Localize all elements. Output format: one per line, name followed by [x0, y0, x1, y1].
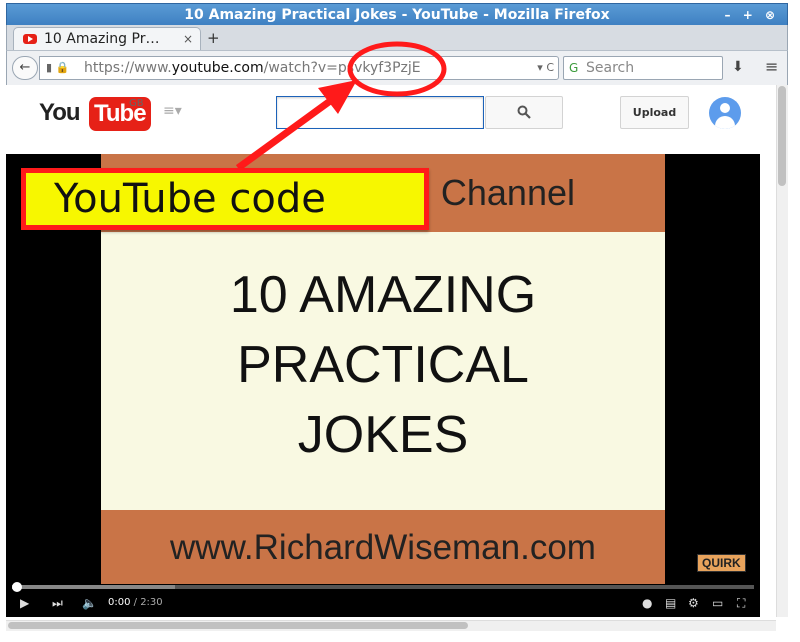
time-display: 0:00 / 2:30 [108, 589, 163, 617]
window-title: 10 Amazing Practical Jokes - YouTube - M… [184, 7, 610, 23]
new-tab-button[interactable]: + [207, 27, 220, 50]
search-placeholder: Search [586, 60, 635, 76]
url-bar[interactable]: ▮ 🔒 https://www.youtube.com/watch?v=psvk… [39, 56, 559, 80]
vertical-scroll-thumb[interactable] [778, 86, 786, 186]
captions-icon[interactable]: ▤ [665, 589, 676, 617]
video-footer-band: www.RichardWiseman.com [101, 510, 665, 584]
horizontal-scrollbar[interactable] [6, 620, 776, 631]
volume-icon[interactable]: 🔈 [82, 589, 97, 617]
browser-search-input[interactable]: G Search [563, 56, 723, 80]
watch-later-icon[interactable]: ● [642, 589, 652, 617]
back-button[interactable]: ← [12, 56, 38, 80]
video-url-text: www.RichardWiseman.com [170, 528, 596, 567]
logo-you-text: You [39, 99, 81, 126]
theater-mode-icon[interactable]: ▭ [712, 589, 723, 617]
region-label: GB [129, 98, 144, 109]
browser-tab[interactable]: 10 Amazing Pr… × [13, 27, 201, 51]
youtube-favicon-icon [23, 34, 37, 44]
site-identity-icon[interactable]: ▮ 🔒 [46, 57, 69, 79]
vertical-scrollbar[interactable] [776, 85, 788, 617]
url-path: /watch?v=psvkyf3PzjE [263, 60, 421, 76]
upload-button[interactable]: Upload [620, 96, 689, 129]
youtube-search-button[interactable] [485, 96, 563, 129]
video-header-text: Channel [440, 172, 575, 213]
search-engine-icon[interactable]: G [569, 57, 578, 79]
url-history-dropdown-icon[interactable]: ▾ C [537, 57, 554, 79]
hamburger-menu-icon[interactable]: ≡ [765, 56, 778, 78]
horizontal-scroll-thumb[interactable] [8, 622, 468, 629]
account-avatar[interactable] [709, 97, 741, 129]
tab-title: 10 Amazing Pr… [44, 31, 160, 47]
next-icon[interactable]: ⏭ [52, 589, 63, 617]
tab-close-icon[interactable]: × [183, 28, 193, 51]
annotation-callout: YouTube code [21, 168, 429, 230]
avatar-body [715, 116, 735, 129]
youtube-search-input[interactable] [276, 96, 484, 129]
url-scheme: https://www. [84, 60, 172, 76]
avatar-head [720, 103, 730, 113]
quirk-badge: QUIRK [697, 554, 746, 572]
search-icon [517, 105, 531, 119]
time-current: 0:00 [108, 597, 131, 608]
video-title-text: 10 AMAZING PRACTICAL JOKES [229, 266, 537, 464]
url-text: https://www.youtube.com/watch?v=psvkyf3P… [84, 57, 421, 79]
download-icon[interactable]: ⬇ [732, 56, 744, 78]
guide-menu-icon[interactable]: ≡▾ [163, 103, 182, 119]
window-titlebar: 10 Amazing Practical Jokes - YouTube - M… [6, 3, 788, 26]
tab-strip: 10 Amazing Pr… × + [6, 25, 788, 51]
window-controls[interactable]: – + ⊗ [725, 4, 779, 26]
player-controls: ▶ ⏭ 🔈 0:00 / 2:30 ● ▤ ⚙ ▭ ⛶ [6, 589, 760, 617]
screenshot-frame: 10 Amazing Practical Jokes - YouTube - M… [0, 0, 800, 642]
play-icon[interactable]: ▶ [20, 589, 29, 617]
time-duration: / 2:30 [130, 597, 163, 608]
youtube-masthead: You Tube GB ≡▾ Upload [6, 85, 776, 145]
url-host: youtube.com [171, 60, 264, 76]
fullscreen-icon[interactable]: ⛶ [737, 589, 745, 617]
navigation-toolbar: ← ▮ 🔒 https://www.youtube.com/watch?v=ps… [6, 50, 788, 86]
settings-gear-icon[interactable]: ⚙ [688, 589, 699, 617]
